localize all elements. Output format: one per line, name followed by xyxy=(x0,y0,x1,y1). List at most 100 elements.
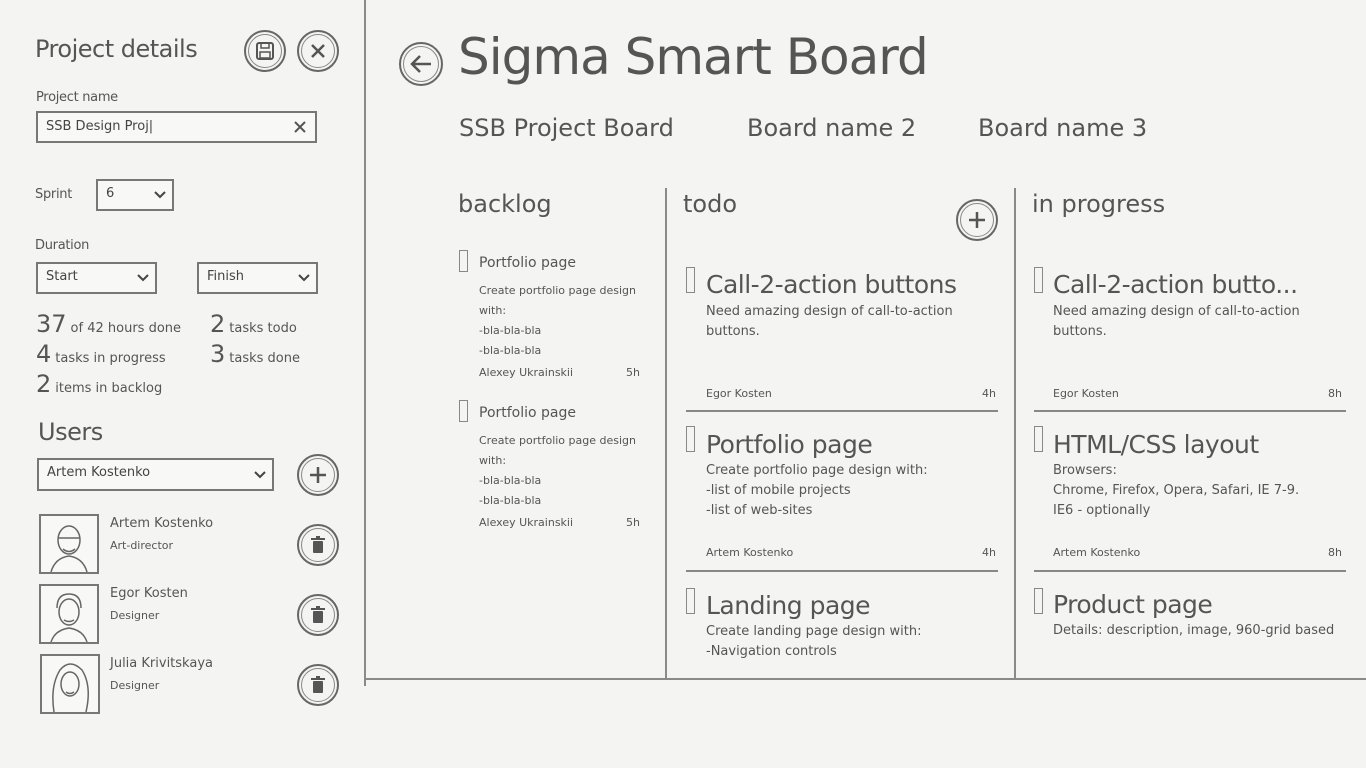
finish-select[interactable]: Finish xyxy=(197,262,318,294)
chevron-down-icon xyxy=(154,191,166,199)
stat-progress-num: 4 xyxy=(36,340,52,368)
user-name: Egor Kosten xyxy=(110,586,188,601)
card-divider xyxy=(1034,410,1346,412)
panel-title: Project details xyxy=(35,35,198,63)
stat-done-num: 3 xyxy=(210,340,226,368)
user-select[interactable]: Artem Kostenko xyxy=(37,458,274,491)
stat-backlog-text: items in backlog xyxy=(55,381,163,396)
task-checkbox[interactable] xyxy=(459,250,468,272)
card-description: Create landing page design with: -Naviga… xyxy=(706,624,922,659)
card-description: Create portfolio page design with: -bla-… xyxy=(479,434,636,507)
stat-backlog: 2 items in backlog xyxy=(36,370,162,398)
card-hours: 4h xyxy=(982,546,996,559)
task-checkbox[interactable] xyxy=(1034,588,1043,614)
duration-label: Duration xyxy=(35,238,90,253)
user-role: Art-director xyxy=(110,539,174,552)
stat-done: 3 tasks done xyxy=(210,340,300,368)
user-name: Artem Kostenko xyxy=(110,516,214,531)
card-divider xyxy=(686,570,998,572)
delete-user-button[interactable] xyxy=(297,524,339,566)
stat-backlog-num: 2 xyxy=(36,370,52,398)
card-divider xyxy=(1034,570,1346,572)
start-select[interactable]: Start xyxy=(36,262,157,294)
trash-icon xyxy=(311,676,325,693)
trash-icon xyxy=(311,606,325,623)
task-checkbox[interactable] xyxy=(459,400,468,422)
plus-icon xyxy=(310,467,326,483)
card-description: Browsers: Chrome, Firefox, Opera, Safari… xyxy=(1053,463,1300,518)
close-button[interactable] xyxy=(297,30,339,72)
stat-todo-num: 2 xyxy=(210,310,226,338)
task-checkbox[interactable] xyxy=(686,588,695,614)
stat-done-text: tasks done xyxy=(229,351,300,366)
card-assignee: Egor Kosten xyxy=(706,387,772,400)
card-hours: 5h xyxy=(626,366,640,379)
task-checkbox[interactable] xyxy=(686,267,695,293)
delete-user-button[interactable] xyxy=(297,594,339,636)
user-select-value: Artem Kostenko xyxy=(47,465,151,480)
user-portrait-icon xyxy=(52,663,89,713)
board-bottom-divider xyxy=(364,678,1366,680)
column-divider xyxy=(665,188,667,680)
card-title: Portfolio page xyxy=(479,405,577,421)
plus-icon xyxy=(969,212,985,228)
card-title: Product page xyxy=(1053,590,1213,619)
clear-icon[interactable] xyxy=(293,120,307,134)
task-checkbox[interactable] xyxy=(1034,426,1043,452)
card-title: Landing page xyxy=(706,591,871,620)
project-name-value: SSB Design Proj| xyxy=(46,119,154,134)
card-title: Call-2-action buttons xyxy=(706,270,957,299)
column-divider xyxy=(1014,188,1016,680)
stat-todo: 2 tasks todo xyxy=(210,310,297,338)
back-arrow-icon xyxy=(410,55,431,73)
avatar xyxy=(40,654,100,714)
card-assignee: Artem Kostenko xyxy=(1053,546,1141,559)
chevron-down-icon xyxy=(254,470,266,478)
card-hours: 8h xyxy=(1328,546,1342,559)
sprint-value: 6 xyxy=(106,186,115,201)
card-description: Details: description, image, 960-grid ba… xyxy=(1053,623,1335,638)
card-title: Portfolio page xyxy=(706,430,873,459)
stat-hours: 37 of 42 hours done xyxy=(36,310,181,338)
tab-ssb-project-board[interactable]: SSB Project Board xyxy=(459,114,674,142)
card-description: Need amazing design of call-to-action bu… xyxy=(1053,304,1300,339)
users-title: Users xyxy=(38,418,103,446)
project-name-input[interactable]: SSB Design Proj| xyxy=(36,111,317,143)
add-user-button[interactable] xyxy=(297,454,339,496)
user-portrait-icon xyxy=(50,593,88,643)
stat-progress-text: tasks in progress xyxy=(55,351,166,366)
card-hours: 4h xyxy=(982,387,996,400)
add-task-button[interactable] xyxy=(956,199,998,241)
close-icon xyxy=(311,44,325,58)
card-hours: 5h xyxy=(626,516,640,529)
avatar xyxy=(39,514,99,574)
sprint-select[interactable]: 6 xyxy=(96,179,174,211)
card-description: Need amazing design of call-to-action bu… xyxy=(706,304,953,339)
card-assignee: Artem Kostenko xyxy=(706,546,794,559)
column-backlog-header: backlog xyxy=(458,190,552,218)
stat-progress: 4 tasks in progress xyxy=(36,340,166,368)
card-description: Create portfolio page design with: -list… xyxy=(706,463,928,518)
board-title: Sigma Smart Board xyxy=(458,28,929,86)
panel-divider xyxy=(364,0,366,686)
delete-user-button[interactable] xyxy=(297,664,339,706)
tab-board-name-2[interactable]: Board name 2 xyxy=(747,114,916,142)
project-details-panel: Project details Project name SSB Design … xyxy=(0,0,365,768)
card-assignee: Egor Kosten xyxy=(1053,387,1119,400)
start-value: Start xyxy=(46,269,78,284)
task-checkbox[interactable] xyxy=(686,426,695,452)
card-assignee: Alexey Ukrainskii xyxy=(479,516,574,529)
chevron-down-icon xyxy=(137,274,149,282)
user-role: Designer xyxy=(110,679,160,692)
tab-board-name-3[interactable]: Board name 3 xyxy=(978,114,1147,142)
column-todo-header: todo xyxy=(683,190,738,218)
task-checkbox[interactable] xyxy=(1034,267,1043,293)
column-in-progress-header: in progress xyxy=(1032,190,1166,218)
back-button[interactable] xyxy=(399,42,443,86)
stat-hours-text: of 42 hours done xyxy=(70,321,182,336)
finish-value: Finish xyxy=(207,269,245,284)
user-portrait-icon xyxy=(50,525,88,573)
card-assignee: Alexey Ukrainskii xyxy=(479,366,574,379)
stat-hours-num: 37 xyxy=(36,310,67,338)
save-button[interactable] xyxy=(244,30,286,72)
